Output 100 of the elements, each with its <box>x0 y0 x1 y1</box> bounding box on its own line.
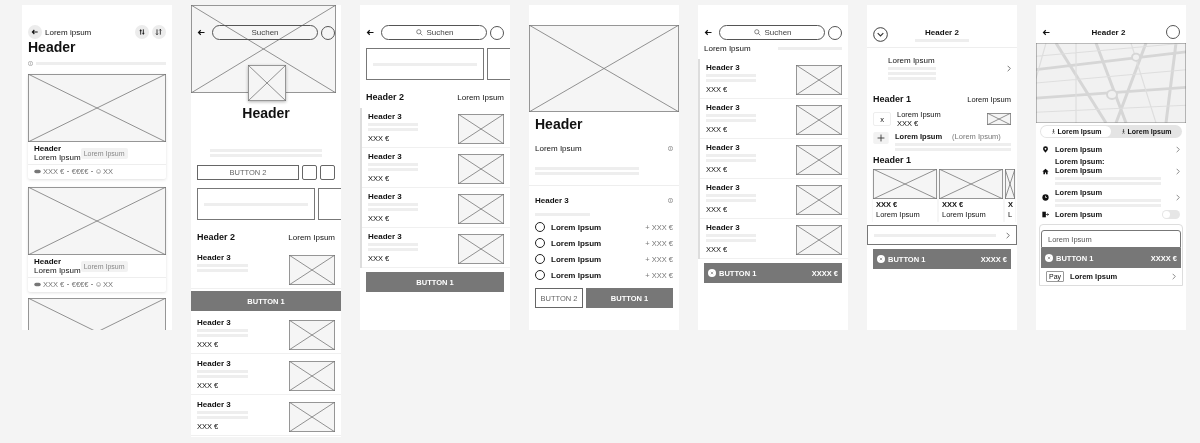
back-button[interactable] <box>28 25 42 39</box>
filter-button[interactable] <box>135 25 149 39</box>
item-title: Header 3 <box>197 359 232 368</box>
pin-icon <box>1042 146 1049 153</box>
back-arrow-icon <box>31 28 39 36</box>
image-placeholder <box>796 185 842 215</box>
home-icon <box>1042 167 1049 175</box>
page-title: Header <box>534 116 584 132</box>
card-subtitle: Lorem Ipsum <box>34 153 81 162</box>
option-label: Lorem Ipsum <box>551 222 602 232</box>
swap-icon <box>155 28 163 36</box>
sliders-icon <box>138 28 146 36</box>
section-title: Header 2 <box>197 232 236 242</box>
chevron-right-icon[interactable] <box>1176 167 1180 175</box>
search-field[interactable]: Suchen <box>212 25 318 40</box>
image-placeholder <box>289 255 335 285</box>
section-link[interactable]: Lorem Ipsum <box>288 232 335 242</box>
item-title: Header 3 <box>706 223 741 232</box>
summary-label: Lorem Ipsum <box>888 56 936 65</box>
search-icon <box>416 29 423 36</box>
filter-label: Lorem Ipsum <box>704 44 751 53</box>
cash-icon <box>34 169 41 174</box>
square-button[interactable] <box>302 165 317 180</box>
avatar-button[interactable] <box>1166 25 1180 39</box>
option-card[interactable] <box>366 48 484 80</box>
close-icon <box>877 255 885 263</box>
image-placeholder <box>289 320 335 350</box>
smiley-icon <box>95 282 101 287</box>
image-placeholder <box>458 194 504 224</box>
section-title: Header 2 <box>366 92 405 102</box>
chevron-right-icon <box>1006 231 1010 239</box>
close-icon <box>1045 254 1053 262</box>
item-title: Header 3 <box>368 192 403 201</box>
radio-button[interactable] <box>535 222 545 232</box>
item-title: Header 3 <box>197 318 232 327</box>
page-title: Header <box>27 39 77 55</box>
radio-button[interactable] <box>535 254 545 264</box>
search-field[interactable]: Suchen <box>719 25 825 40</box>
option-label: Lorem Ipsum <box>551 254 602 264</box>
chevron-right-icon <box>1007 64 1011 72</box>
avatar-button[interactable] <box>490 25 504 40</box>
list-item[interactable]: Header 3 <box>191 248 341 289</box>
item-title: Header 3 <box>706 63 741 72</box>
image-placeholder <box>458 234 504 264</box>
chevron-right-icon[interactable] <box>1176 146 1180 153</box>
person-icon <box>1120 129 1126 134</box>
item-title: Header 3 <box>706 183 741 192</box>
option-card[interactable] <box>318 188 341 220</box>
image-placeholder <box>289 361 335 391</box>
back-arrow-icon[interactable] <box>1042 27 1051 37</box>
option-card[interactable] <box>487 48 510 80</box>
screen-title: Header 2 <box>1090 27 1127 37</box>
option-label: Lorem Ipsum <box>551 270 602 280</box>
square-button[interactable] <box>320 165 335 180</box>
summary-row[interactable]: Lorem Ipsum <box>867 48 1017 82</box>
chevron-right-icon[interactable] <box>1176 194 1180 201</box>
section-title: Header 1 <box>872 155 913 165</box>
screen-title: Header 2 <box>925 27 959 37</box>
option-label: Lorem Ipsum <box>551 238 602 248</box>
door-icon <box>1042 211 1049 218</box>
image-placeholder <box>458 114 504 144</box>
swap-button[interactable] <box>152 25 166 39</box>
image-placeholder <box>796 225 842 255</box>
chevron-right-icon[interactable] <box>1172 273 1176 280</box>
group-title: Header 3 <box>535 196 569 205</box>
page-label: Lorem ipsum <box>45 27 92 37</box>
add-icon[interactable] <box>873 132 889 144</box>
back-arrow-icon[interactable] <box>366 28 375 37</box>
page-title: Header <box>241 105 291 121</box>
item-title: Header 3 <box>706 103 741 112</box>
item-title: Header 3 <box>368 112 403 121</box>
option-card[interactable] <box>197 188 315 220</box>
image-placeholder <box>796 145 842 175</box>
item-title: Header 3 <box>368 152 403 161</box>
avatar-button[interactable] <box>828 25 842 40</box>
back-arrow-icon[interactable] <box>197 28 206 37</box>
person-icon <box>1050 129 1056 134</box>
card-subtitle: Lorem Ipsum <box>34 266 81 275</box>
search-field[interactable]: Suchen <box>381 25 487 40</box>
radio-button[interactable] <box>535 270 545 280</box>
card-title: Header <box>34 144 63 153</box>
image-placeholder <box>796 105 842 135</box>
info-icon <box>28 61 33 66</box>
item-title: Header 3 <box>197 400 232 409</box>
image-placeholder <box>987 113 1011 125</box>
chevron-down-icon[interactable] <box>873 27 888 42</box>
radio-button[interactable] <box>535 238 545 248</box>
image-placeholder <box>289 402 335 432</box>
close-icon <box>708 269 716 277</box>
card-title: Header <box>34 257 63 266</box>
cash-icon <box>34 282 41 287</box>
image-placeholder <box>873 169 937 199</box>
back-arrow-icon[interactable] <box>704 28 713 37</box>
section-link[interactable]: Lorem Ipsum <box>457 92 504 102</box>
toggle-switch[interactable] <box>1162 210 1180 219</box>
link-row[interactable] <box>867 225 1017 245</box>
image-placeholder <box>458 154 504 184</box>
image-placeholder <box>939 169 1003 199</box>
item-title: Header 3 <box>706 143 741 152</box>
section-title: Header 1 <box>873 94 912 104</box>
